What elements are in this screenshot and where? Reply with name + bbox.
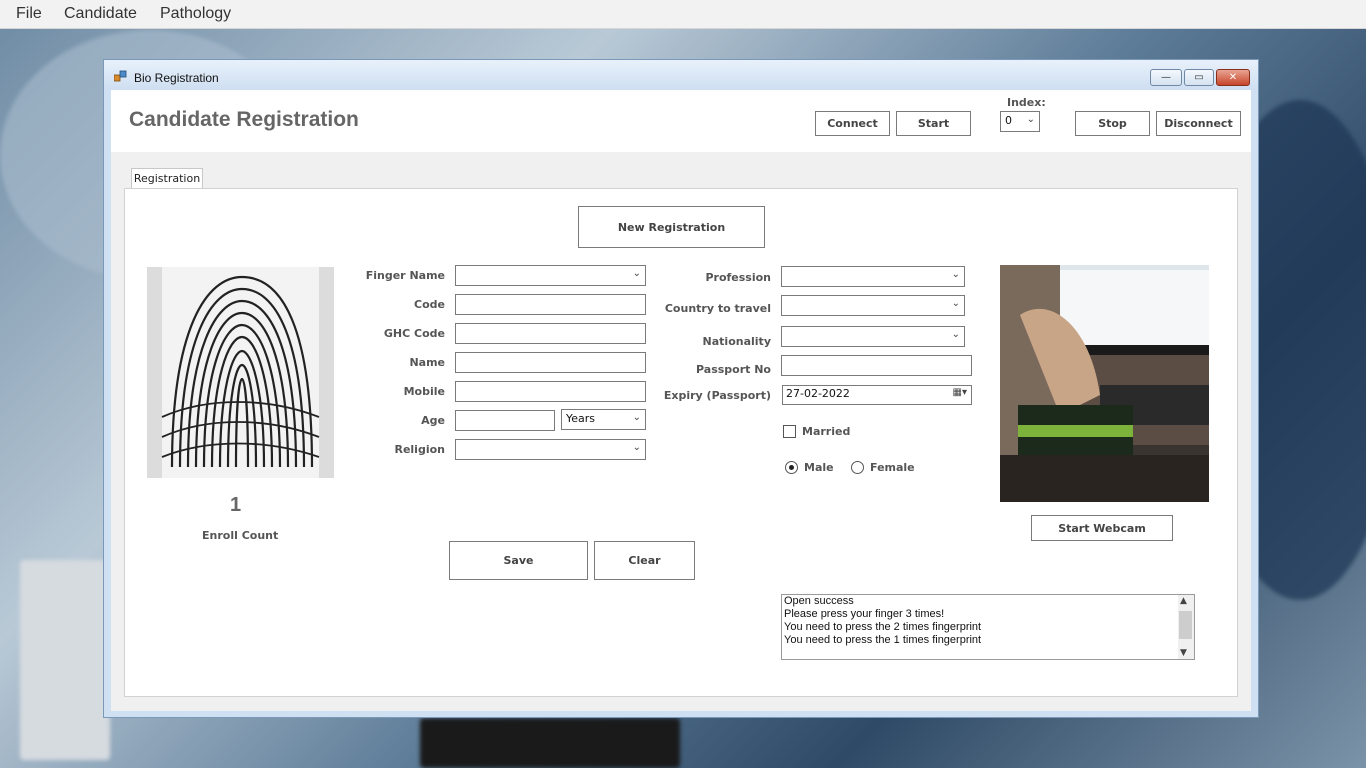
menu-bar: File Candidate Pathology (0, 0, 1366, 29)
age-input[interactable] (455, 410, 555, 431)
scroll-up-icon[interactable]: ▲ (1180, 596, 1187, 606)
tab-registration[interactable]: Registration (131, 168, 203, 190)
finger-name-label: Finger Name (365, 269, 445, 282)
ghc-code-input[interactable] (455, 323, 646, 344)
country-select[interactable]: ⌄ (781, 295, 965, 316)
minimize-icon: — (1161, 72, 1171, 83)
chevron-down-icon: ⌄ (632, 412, 641, 423)
female-radio[interactable] (851, 461, 864, 474)
header-panel: Candidate Registration Connect Start Ind… (111, 90, 1251, 152)
chevron-down-icon: ⌄ (632, 442, 641, 453)
save-button[interactable]: Save (449, 541, 588, 580)
app-icon (113, 70, 128, 82)
maximize-button[interactable]: ▭ (1184, 69, 1214, 86)
name-input[interactable] (455, 352, 646, 373)
menu-candidate[interactable]: Candidate (64, 5, 137, 23)
start-button[interactable]: Start (896, 111, 971, 136)
expiry-value: 27-02-2022 (786, 387, 850, 400)
index-value: 0 (1005, 114, 1012, 127)
ghc-code-label: GHC Code (383, 327, 445, 340)
close-button[interactable]: ✕ (1216, 69, 1250, 86)
male-label: Male (804, 461, 834, 474)
log-scrollbar[interactable]: ▲ ▼ (1178, 595, 1194, 659)
log-textbox[interactable]: Open success Please press your finger 3 … (781, 594, 1195, 660)
menu-pathology[interactable]: Pathology (160, 5, 231, 23)
passport-no-label: Passport No (696, 363, 771, 376)
profession-label: Profession (705, 271, 771, 284)
age-unit-select[interactable]: Years ⌄ (561, 409, 646, 430)
window-titlebar[interactable]: Bio Registration — ▭ ✕ (104, 60, 1258, 89)
religion-label: Religion (394, 443, 445, 456)
window-title: Bio Registration (134, 71, 219, 85)
connect-button[interactable]: Connect (815, 111, 890, 136)
index-label: Index: (1007, 96, 1046, 109)
enroll-count-value: 1 (230, 494, 242, 516)
female-label: Female (870, 461, 915, 474)
log-line: Please press your finger 3 times! (784, 608, 945, 620)
married-checkbox[interactable] (783, 425, 796, 438)
code-input[interactable] (455, 294, 646, 315)
close-icon: ✕ (1228, 72, 1238, 83)
chevron-down-icon: ⌄ (951, 329, 960, 340)
webcam-preview (1000, 265, 1209, 502)
finger-name-select[interactable]: ⌄ (455, 265, 646, 286)
profession-select[interactable]: ⌄ (781, 266, 965, 287)
passport-no-input[interactable] (781, 355, 972, 376)
log-line: You need to press the 2 times fingerprin… (784, 621, 982, 633)
married-label: Married (802, 425, 851, 438)
mobile-label: Mobile (403, 385, 445, 398)
log-line: Open success (784, 595, 854, 607)
chevron-down-icon: ⌄ (951, 298, 960, 309)
background-decor (420, 718, 680, 768)
index-select[interactable]: 0 ⌄ (1000, 111, 1040, 132)
start-webcam-button[interactable]: Start Webcam (1031, 515, 1173, 541)
stop-button[interactable]: Stop (1075, 111, 1150, 136)
fingerprint-image (147, 267, 334, 478)
scroll-thumb[interactable] (1179, 611, 1192, 639)
country-label: Country to travel (664, 302, 771, 315)
nationality-label: Nationality (702, 335, 771, 348)
name-label: Name (409, 356, 445, 369)
bio-registration-window: Bio Registration — ▭ ✕ Candidate Registr… (103, 59, 1259, 718)
menu-file[interactable]: File (16, 5, 42, 23)
log-line: You need to press the 1 times fingerprin… (784, 634, 982, 646)
expiry-label: Expiry (Passport) (663, 389, 771, 402)
code-label: Code (414, 298, 445, 311)
calendar-icon[interactable]: ▦▾ (953, 387, 967, 398)
religion-select[interactable]: ⌄ (455, 439, 646, 460)
chevron-down-icon: ⌄ (632, 268, 641, 279)
disconnect-button[interactable]: Disconnect (1156, 111, 1241, 136)
scroll-down-icon[interactable]: ▼ (1180, 648, 1187, 658)
mobile-input[interactable] (455, 381, 646, 402)
enroll-count-label: Enroll Count (202, 529, 279, 542)
chevron-down-icon: ⌄ (951, 269, 960, 280)
male-radio[interactable] (785, 461, 798, 474)
new-registration-button[interactable]: New Registration (578, 206, 765, 248)
clear-button[interactable]: Clear (594, 541, 695, 580)
minimize-button[interactable]: — (1150, 69, 1182, 86)
nationality-select[interactable]: ⌄ (781, 326, 965, 347)
background-decor (20, 560, 110, 760)
age-unit-value: Years (566, 412, 596, 425)
page-title: Candidate Registration (129, 108, 359, 131)
chevron-down-icon: ⌄ (1026, 114, 1035, 125)
age-label: Age (421, 414, 445, 427)
window-client: Candidate Registration Connect Start Ind… (111, 90, 1251, 711)
expiry-date-picker[interactable]: 27-02-2022 ▦▾ (782, 385, 972, 405)
maximize-icon: ▭ (1194, 72, 1204, 83)
